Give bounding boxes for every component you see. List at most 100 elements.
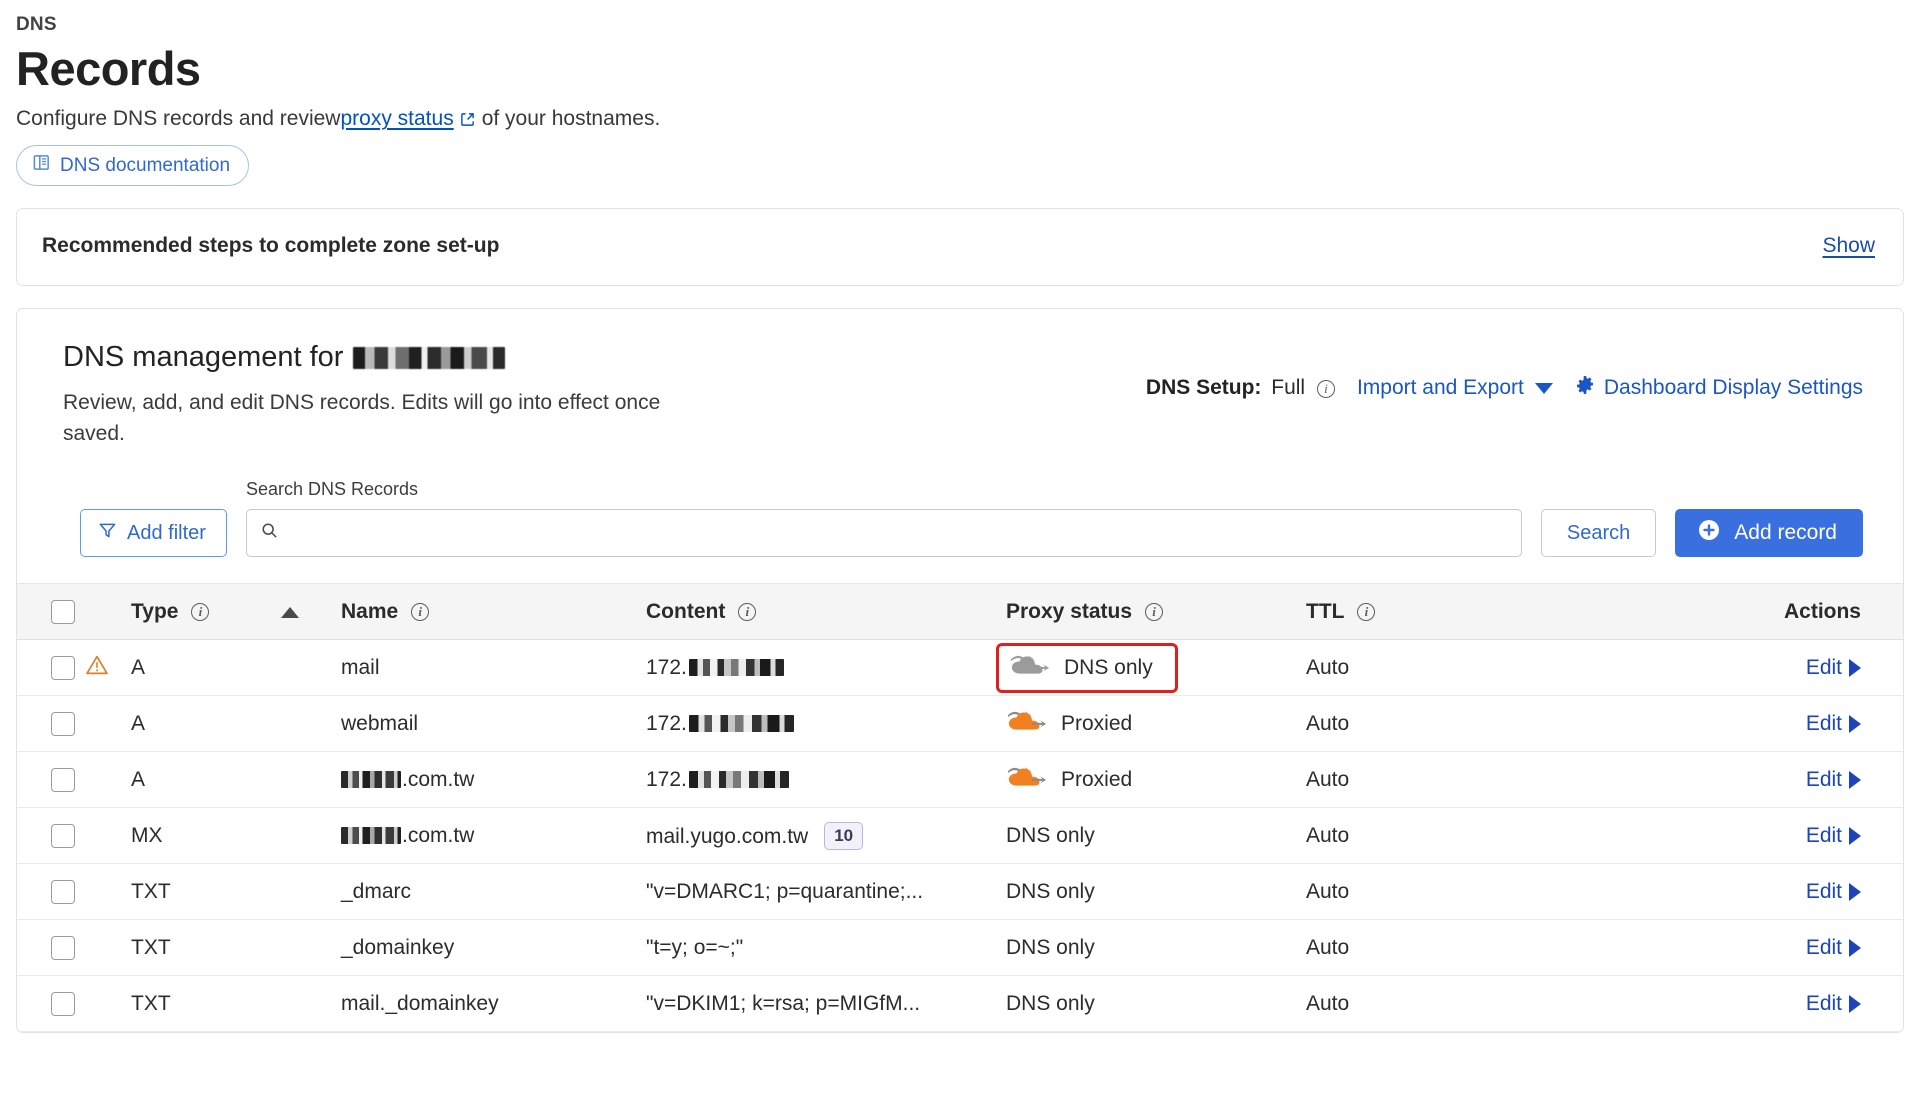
proxy-status-text: Proxied bbox=[1061, 767, 1133, 791]
select-all-header bbox=[17, 583, 85, 641]
proxy-status-cell[interactable]: DNS only bbox=[1006, 863, 1306, 921]
ttl-cell: Auto bbox=[1306, 975, 1606, 1033]
warning-triangle-icon[interactable] bbox=[85, 653, 108, 675]
record-content-text: "v=DMARC1; p=quarantine;... bbox=[646, 879, 924, 903]
caret-right-icon bbox=[1849, 938, 1861, 957]
row-select-cell bbox=[17, 863, 85, 921]
row-checkbox[interactable] bbox=[51, 935, 75, 960]
cloud-gray-arrow-icon bbox=[1009, 652, 1051, 684]
dashboard-display-settings-link[interactable]: Dashboard Display Settings bbox=[1575, 375, 1863, 401]
row-checkbox[interactable] bbox=[51, 991, 75, 1016]
select-all-checkbox[interactable] bbox=[51, 599, 75, 624]
plus-circle-icon bbox=[1697, 518, 1721, 548]
row-select-cell bbox=[17, 975, 85, 1033]
info-icon[interactable]: i bbox=[738, 602, 757, 621]
book-icon bbox=[32, 153, 51, 178]
info-icon[interactable]: i bbox=[1316, 380, 1335, 399]
record-content-cell: 172. bbox=[646, 639, 1006, 697]
proxy-status-cell[interactable]: DNS only bbox=[996, 639, 1306, 697]
info-icon[interactable]: i bbox=[1145, 602, 1164, 621]
recommended-steps-banner: Recommended steps to complete zone set-u… bbox=[16, 208, 1904, 287]
edit-record-button[interactable]: Edit bbox=[1806, 656, 1861, 680]
table-header-row: Type i Name i Content i Proxy status i T… bbox=[17, 583, 1903, 641]
record-type-cell: MX bbox=[131, 807, 341, 865]
name-column-header[interactable]: Name i bbox=[341, 583, 646, 641]
proxy-status-column-header[interactable]: Proxy status i bbox=[1006, 583, 1306, 641]
proxy-status-link[interactable]: proxy status bbox=[340, 107, 453, 131]
name-header-label: Name bbox=[341, 599, 399, 623]
ttl-cell: Auto bbox=[1306, 751, 1606, 809]
caret-right-icon bbox=[1849, 714, 1861, 733]
row-checkbox[interactable] bbox=[51, 823, 75, 848]
record-name-cell: mail bbox=[341, 639, 646, 697]
banner-show-link[interactable]: Show bbox=[1822, 234, 1875, 258]
content-column-header[interactable]: Content i bbox=[646, 583, 1006, 641]
record-content-text: 172. bbox=[646, 655, 687, 679]
proxy-status-text: DNS only bbox=[1006, 879, 1095, 903]
edit-record-button[interactable]: Edit bbox=[1806, 712, 1861, 736]
dns-documentation-button[interactable]: DNS documentation bbox=[16, 145, 250, 187]
proxy-status-text: Proxied bbox=[1061, 711, 1133, 735]
row-warning-cell bbox=[85, 919, 131, 977]
proxy-status-cell[interactable]: Proxied bbox=[1006, 751, 1306, 809]
edit-record-button[interactable]: Edit bbox=[1806, 768, 1861, 792]
table-body: Amail 172. DNS only Auto Edit Awebmail 172.… bbox=[17, 639, 1903, 1033]
info-icon[interactable]: i bbox=[191, 602, 210, 621]
proxy-status-cell[interactable]: DNS only bbox=[1006, 919, 1306, 977]
row-select-cell bbox=[17, 639, 85, 697]
row-actions-cell: Edit bbox=[1606, 639, 1903, 697]
page-title: Records bbox=[16, 42, 201, 95]
add-filter-label: Add filter bbox=[127, 521, 206, 544]
row-checkbox[interactable] bbox=[51, 879, 75, 904]
row-checkbox[interactable] bbox=[51, 655, 75, 680]
table-row: Amail 172. DNS only Auto Edit bbox=[17, 639, 1903, 697]
proxy-status-cell[interactable]: DNS only bbox=[1006, 807, 1306, 865]
proxy-status-cell[interactable]: Proxied bbox=[1006, 695, 1306, 753]
redacted-ip-address bbox=[688, 770, 789, 788]
record-type-cell: A bbox=[131, 639, 341, 697]
record-name-cell: .com.tw bbox=[341, 807, 646, 865]
edit-record-button[interactable]: Edit bbox=[1806, 824, 1861, 848]
row-select-cell bbox=[17, 919, 85, 977]
redacted-name bbox=[341, 770, 401, 788]
record-type-cell: TXT bbox=[131, 863, 341, 921]
import-and-export-dropdown[interactable]: Import and Export bbox=[1357, 376, 1553, 400]
redacted-ip-address bbox=[688, 714, 794, 732]
search-input[interactable] bbox=[288, 522, 1508, 545]
edit-label: Edit bbox=[1805, 655, 1842, 679]
add-record-button[interactable]: Add record bbox=[1675, 509, 1863, 558]
edit-label: Edit bbox=[1805, 711, 1842, 735]
record-content-cell: "v=DKIM1; k=rsa; p=MIGfM... bbox=[646, 975, 1006, 1033]
row-checkbox[interactable] bbox=[51, 767, 75, 792]
page-subtitle: Configure DNS records and review proxy s… bbox=[16, 107, 1904, 131]
ttl-header-label: TTL bbox=[1306, 599, 1345, 623]
edit-record-button[interactable]: Edit bbox=[1806, 992, 1861, 1016]
ttl-column-header[interactable]: TTL i bbox=[1306, 583, 1606, 641]
table-row: A .com.tw 172. Proxied Auto Edit bbox=[17, 751, 1903, 809]
record-name-text: .com.tw bbox=[402, 767, 475, 791]
add-filter-button[interactable]: Add filter bbox=[80, 509, 227, 558]
proxy-status-highlight-annotation: DNS only bbox=[996, 642, 1178, 693]
info-icon[interactable]: i bbox=[411, 602, 430, 621]
sort-ascending-icon[interactable] bbox=[281, 606, 300, 618]
search-label: Search DNS Records bbox=[245, 479, 419, 500]
mx-priority-badge: 10 bbox=[824, 821, 864, 850]
edit-record-button[interactable]: Edit bbox=[1806, 880, 1861, 904]
record-content-cell: "t=y; o=~;" bbox=[646, 919, 1006, 977]
edit-label: Edit bbox=[1805, 823, 1842, 847]
record-name-text: _domainkey bbox=[341, 935, 455, 959]
search-box[interactable] bbox=[245, 509, 1522, 558]
type-column-header[interactable]: Type i bbox=[131, 583, 341, 641]
ttl-cell: Auto bbox=[1306, 863, 1606, 921]
row-checkbox[interactable] bbox=[51, 711, 75, 736]
record-content-text: mail.yugo.com.tw bbox=[646, 824, 809, 848]
caret-right-icon bbox=[1849, 658, 1861, 677]
row-warning-cell bbox=[85, 751, 131, 809]
info-icon[interactable]: i bbox=[1357, 602, 1376, 621]
dns-setup-status: DNS Setup: Full i bbox=[1146, 376, 1335, 400]
proxy-status-cell[interactable]: DNS only bbox=[1006, 975, 1306, 1033]
subtitle-text-before: Configure DNS records and review bbox=[16, 107, 341, 131]
caret-right-icon bbox=[1849, 770, 1861, 789]
edit-record-button[interactable]: Edit bbox=[1806, 936, 1861, 960]
search-button[interactable]: Search bbox=[1540, 509, 1657, 558]
